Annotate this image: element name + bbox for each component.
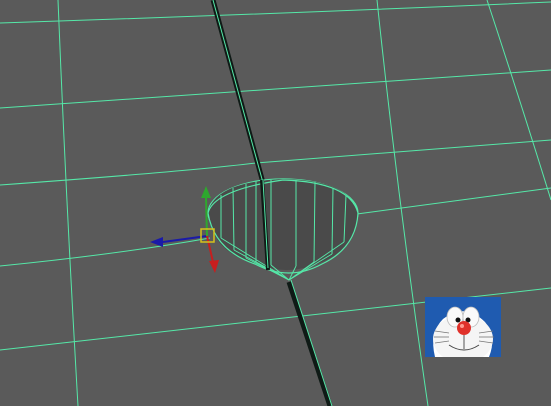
- grid-line: [486, 0, 551, 201]
- mesh-hole: [207, 178, 359, 281]
- grid-line: [376, 0, 429, 406]
- z-axis-arrow-icon[interactable]: [209, 260, 219, 273]
- grid-line: [0, 1, 551, 24]
- grid-line: [0, 69, 551, 109]
- grid-line: [57, 0, 79, 406]
- 3d-viewport[interactable]: [0, 0, 551, 406]
- move-manipulator[interactable]: [150, 186, 219, 273]
- grid-line: [0, 139, 551, 186]
- grid-line: [356, 187, 551, 215]
- doraemon-thumbnail: [425, 297, 501, 357]
- grid-line: [0, 237, 211, 267]
- x-axis-arrow-icon[interactable]: [150, 237, 163, 247]
- y-axis-arrow-icon[interactable]: [201, 186, 211, 198]
- doraemon-face-icon: [425, 297, 501, 357]
